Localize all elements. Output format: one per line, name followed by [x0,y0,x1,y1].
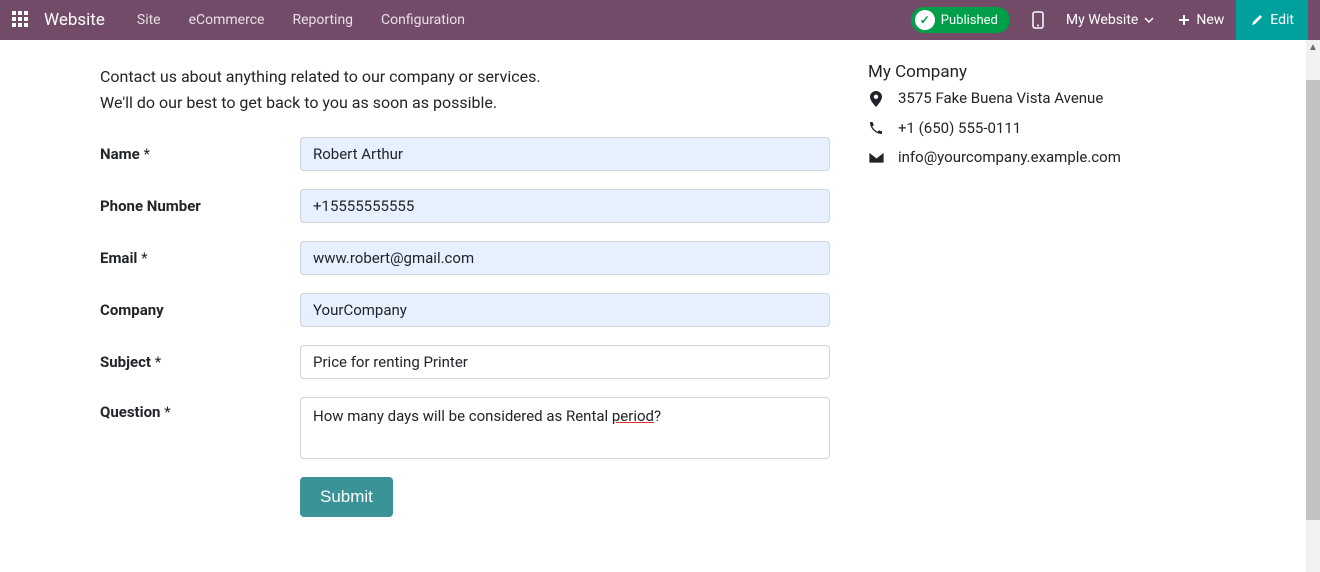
form-row-subject: Subject * [100,345,840,379]
label-name: Name * [100,145,300,163]
contact-form-section: Contact us about anything related to our… [100,64,840,572]
question-text-prefix: How many days will be considered as Rent… [313,407,612,425]
required-mark: * [143,145,149,163]
name-field[interactable] [300,137,830,171]
label-question: Question * [100,397,300,421]
new-label: New [1196,12,1224,28]
label-subject-text: Subject [100,353,151,371]
plus-icon [1178,14,1190,26]
label-email: Email * [100,249,300,267]
company-email: info@yourcompany.example.com [898,145,1121,171]
company-phone: +1 (650) 555-0111 [898,116,1021,142]
phone-field[interactable] [300,189,830,223]
mobile-preview-button[interactable] [1022,0,1054,40]
form-row-phone: Phone Number [100,189,840,223]
subject-field[interactable] [300,345,830,379]
question-field[interactable]: How many days will be considered as Rent… [300,397,830,459]
submit-button[interactable]: Submit [300,477,393,517]
form-row-name: Name * [100,137,840,171]
menu-site[interactable]: Site [125,12,173,28]
intro-line-1: Contact us about anything related to our… [100,64,840,90]
company-field[interactable] [300,293,830,327]
envelope-icon [868,152,884,163]
vertical-scrollbar[interactable]: ▲ [1306,40,1320,572]
required-mark: * [155,353,161,371]
company-name: My Company [868,62,1121,82]
publish-label: Published [941,13,998,28]
pencil-icon [1250,13,1264,27]
email-field[interactable] [300,241,830,275]
intro-text: Contact us about anything related to our… [100,64,840,115]
apps-icon[interactable] [12,11,30,29]
question-text-suffix: ? [654,407,661,425]
menu-reporting[interactable]: Reporting [280,12,365,28]
label-company: Company [100,301,300,319]
company-address-line: 3575 Fake Buena Vista Avenue [868,86,1121,112]
label-email-text: Email [100,249,137,267]
label-phone: Phone Number [100,197,300,215]
company-info-block: My Company 3575 Fake Buena Vista Avenue … [868,62,1121,171]
required-mark: * [141,249,147,267]
company-address: 3575 Fake Buena Vista Avenue [898,86,1103,112]
map-marker-icon [868,91,884,107]
website-selector-label: My Website [1066,12,1138,28]
phone-icon [868,121,884,135]
menu-configuration[interactable]: Configuration [369,12,477,28]
form-row-email: Email * [100,241,840,275]
edit-label: Edit [1270,12,1294,28]
intro-line-2: We'll do our best to get back to you as … [100,90,840,116]
mobile-icon [1032,11,1044,29]
required-mark: * [164,403,170,421]
label-question-text: Question [100,403,160,421]
top-navbar: Website Site eCommerce Reporting Configu… [0,0,1320,40]
company-phone-line: +1 (650) 555-0111 [868,116,1121,142]
label-name-text: Name [100,145,140,163]
brand-website[interactable]: Website [44,10,105,30]
form-row-company: Company [100,293,840,327]
new-button[interactable]: New [1166,0,1236,40]
edit-button[interactable]: Edit [1236,0,1308,40]
nav-left: Website Site eCommerce Reporting Configu… [8,10,477,30]
website-selector-dropdown[interactable]: My Website [1054,0,1166,40]
scroll-up-arrow-icon[interactable]: ▲ [1306,40,1320,54]
company-email-line: info@yourcompany.example.com [868,145,1121,171]
nav-right: ✓ Published My Website New Edit [911,0,1308,40]
check-circle-icon: ✓ [915,10,935,30]
publish-toggle[interactable]: ✓ Published [911,7,1010,33]
page-content: Contact us about anything related to our… [0,40,1320,572]
scrollbar-thumb[interactable] [1306,80,1320,520]
question-text-underlined: period [612,407,654,425]
label-subject: Subject * [100,353,300,371]
caret-down-icon [1144,17,1154,23]
menu-ecommerce[interactable]: eCommerce [177,12,277,28]
form-row-question: Question * How many days will be conside… [100,397,840,459]
